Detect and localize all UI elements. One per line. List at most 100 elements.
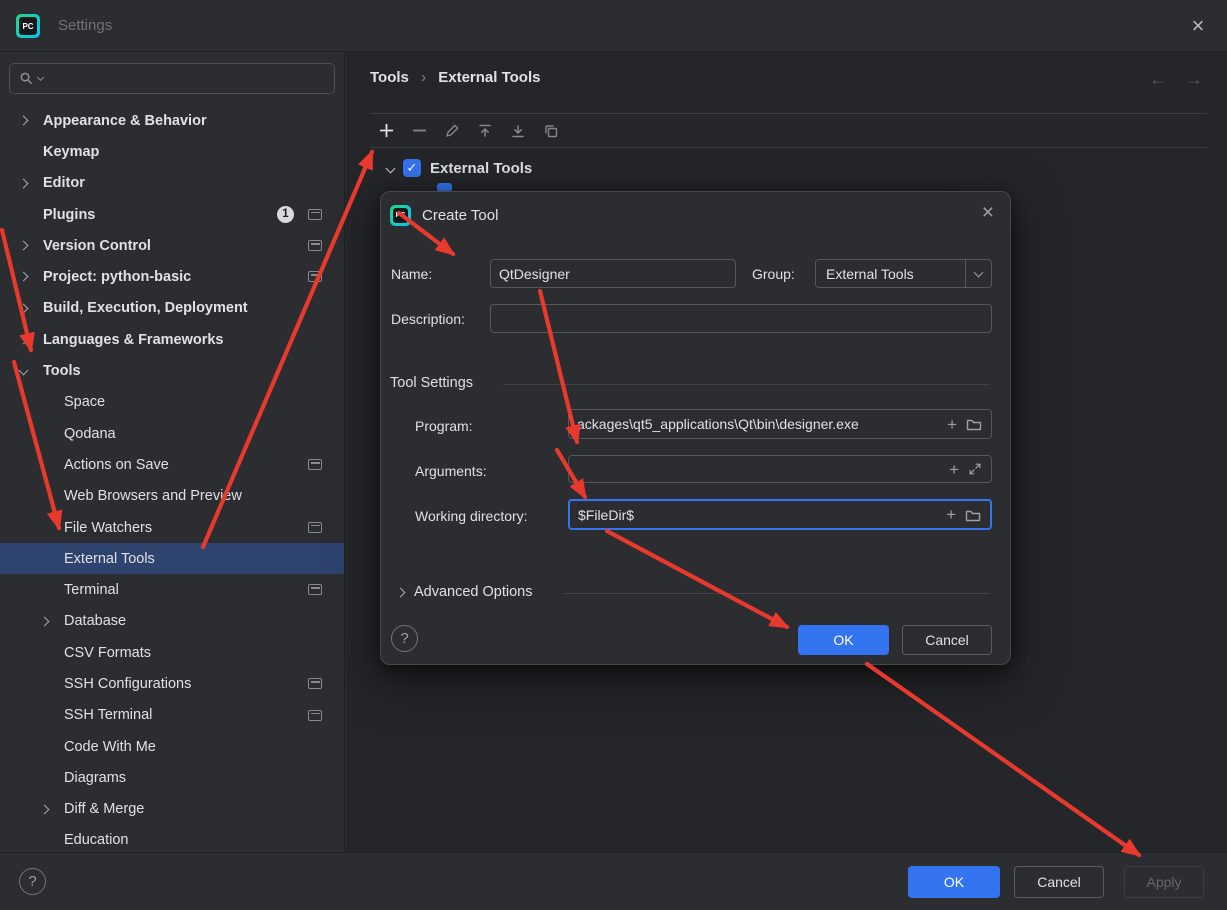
sidebar-item-ssh-configurations[interactable]: SSH Configurations — [0, 668, 344, 699]
arguments-input[interactable] — [569, 461, 950, 477]
sidebar-item-external-tools[interactable]: External Tools — [0, 543, 344, 575]
advanced-options-toggle[interactable]: Advanced Options — [414, 584, 533, 600]
search-icon — [20, 72, 33, 85]
chevron-right-icon — [18, 303, 29, 314]
external-tools-toolbar — [370, 113, 1207, 148]
dialog-close-button[interactable]: × — [982, 201, 994, 225]
description-label: Description: — [391, 311, 465, 327]
edit-button[interactable] — [438, 117, 466, 145]
sidebar-item-languages-frameworks[interactable]: Languages & Frameworks — [0, 324, 344, 355]
help-icon: ? — [400, 630, 409, 647]
chevron-right-icon — [18, 240, 29, 251]
apply-button[interactable]: Apply — [1124, 866, 1204, 898]
sidebar-item-build-execution-deployment[interactable]: Build, Execution, Deployment — [0, 293, 344, 324]
sidebar-item-diagrams[interactable]: Diagrams — [0, 762, 344, 793]
cancel-button[interactable]: Cancel — [1014, 866, 1104, 898]
screen-icon — [308, 678, 322, 690]
sidebar-item-terminal[interactable]: Terminal — [0, 574, 344, 605]
program-label: Program: — [415, 418, 473, 434]
sidebar-item-plugins[interactable]: Plugins 1 — [0, 199, 344, 230]
description-input[interactable] — [491, 310, 991, 327]
screen-icon — [308, 459, 322, 471]
program-input[interactable] — [569, 416, 948, 432]
folder-browse-icon[interactable] — [965, 507, 981, 523]
name-field — [490, 259, 736, 288]
breadcrumb-current: External Tools — [438, 69, 541, 86]
section-divider — [564, 593, 990, 594]
add-button[interactable] — [372, 117, 400, 145]
sidebar-item-web-browsers-and-preview[interactable]: Web Browsers and Preview — [0, 481, 344, 512]
sidebar-item-database[interactable]: Database — [0, 606, 344, 637]
chevron-right-icon — [18, 272, 29, 282]
move-up-button[interactable] — [471, 117, 499, 145]
group-selected-value: External Tools — [826, 265, 914, 282]
ok-button[interactable]: OK — [908, 866, 1000, 898]
sidebar-item-project-python-basic[interactable]: Project: python-basic — [0, 261, 344, 292]
settings-search-input[interactable] — [9, 63, 335, 94]
sidebar-item-space[interactable]: Space — [0, 387, 344, 418]
pycharm-logo-icon: PC — [16, 14, 40, 38]
screen-icon — [308, 521, 322, 533]
screen-icon — [308, 709, 322, 721]
close-icon: × — [981, 201, 994, 224]
plugins-update-badge: 1 — [277, 205, 294, 223]
chevron-right-icon — [18, 115, 29, 126]
copy-button[interactable] — [537, 117, 565, 145]
check-icon: ✓ — [406, 160, 418, 175]
sidebar-item-actions-on-save[interactable]: Actions on Save — [0, 449, 344, 480]
search-options-chevron-icon — [36, 73, 45, 81]
sidebar-item-csv-formats[interactable]: CSV Formats — [0, 637, 344, 668]
checked-checkbox[interactable]: ✓ — [403, 159, 421, 177]
sidebar-item-ssh-terminal[interactable]: SSH Terminal — [0, 700, 344, 731]
chevron-right-icon — [39, 804, 50, 814]
breadcrumb-root[interactable]: Tools — [370, 69, 409, 86]
help-icon: ? — [28, 873, 37, 890]
chevron-down-icon — [973, 267, 984, 277]
expand-editor-icon[interactable] — [968, 462, 982, 476]
close-icon: × — [1191, 13, 1205, 38]
sidebar-item-version-control[interactable]: Version Control — [0, 230, 344, 261]
window-title: Settings — [58, 17, 113, 34]
external-tools-tree-root[interactable]: ✓ External Tools — [385, 155, 532, 181]
group-select[interactable]: External Tools — [815, 259, 992, 288]
sidebar-item-tools[interactable]: Tools — [0, 355, 344, 386]
settings-window: PC Settings × Appearance & Behavior Keym… — [0, 0, 1227, 910]
dropdown-arrow-section[interactable] — [965, 260, 991, 287]
arguments-label: Arguments: — [415, 463, 487, 479]
sidebar-item-code-with-me[interactable]: Code With Me — [0, 731, 344, 762]
window-close-button[interactable]: × — [1183, 11, 1213, 41]
forward-icon[interactable]: → — [1185, 69, 1203, 90]
working-directory-label: Working directory: — [415, 508, 528, 524]
titlebar: PC Settings × — [0, 0, 1227, 52]
description-field — [490, 304, 992, 333]
move-down-button[interactable] — [504, 117, 532, 145]
sidebar-item-file-watchers[interactable]: File Watchers — [0, 512, 344, 543]
dialog-cancel-button[interactable]: Cancel — [902, 625, 992, 655]
dialog-help-button[interactable]: ? — [391, 625, 418, 652]
chevron-right-icon — [395, 587, 406, 598]
breadcrumb-separator: › — [421, 69, 427, 86]
name-input[interactable] — [491, 265, 735, 282]
insert-macro-icon[interactable]: + — [949, 461, 959, 478]
arguments-field: + — [568, 455, 992, 483]
sidebar-item-appearance-behavior[interactable]: Appearance & Behavior — [0, 105, 344, 136]
settings-tree: Appearance & Behavior Keymap Editor Plug… — [0, 105, 344, 856]
folder-browse-icon[interactable] — [966, 416, 982, 432]
chevron-right-icon — [18, 178, 29, 189]
help-button[interactable]: ? — [19, 868, 46, 895]
chevron-down-icon — [385, 163, 396, 173]
working-directory-input[interactable] — [570, 506, 947, 523]
sidebar-item-keymap[interactable]: Keymap — [0, 136, 344, 167]
insert-macro-icon[interactable]: + — [946, 506, 956, 523]
working-directory-field: + — [568, 499, 992, 530]
sidebar-item-diff-merge[interactable]: Diff & Merge — [0, 794, 344, 825]
insert-macro-icon[interactable]: + — [947, 416, 957, 433]
dialog-ok-button[interactable]: OK — [798, 625, 889, 655]
breadcrumb: Tools › External Tools — [370, 69, 540, 86]
section-divider — [503, 384, 990, 385]
remove-button[interactable] — [405, 117, 433, 145]
group-label: Group: — [752, 266, 795, 282]
sidebar-item-qodana[interactable]: Qodana — [0, 418, 344, 449]
back-icon[interactable]: ← — [1149, 69, 1167, 90]
sidebar-item-editor[interactable]: Editor — [0, 168, 344, 199]
